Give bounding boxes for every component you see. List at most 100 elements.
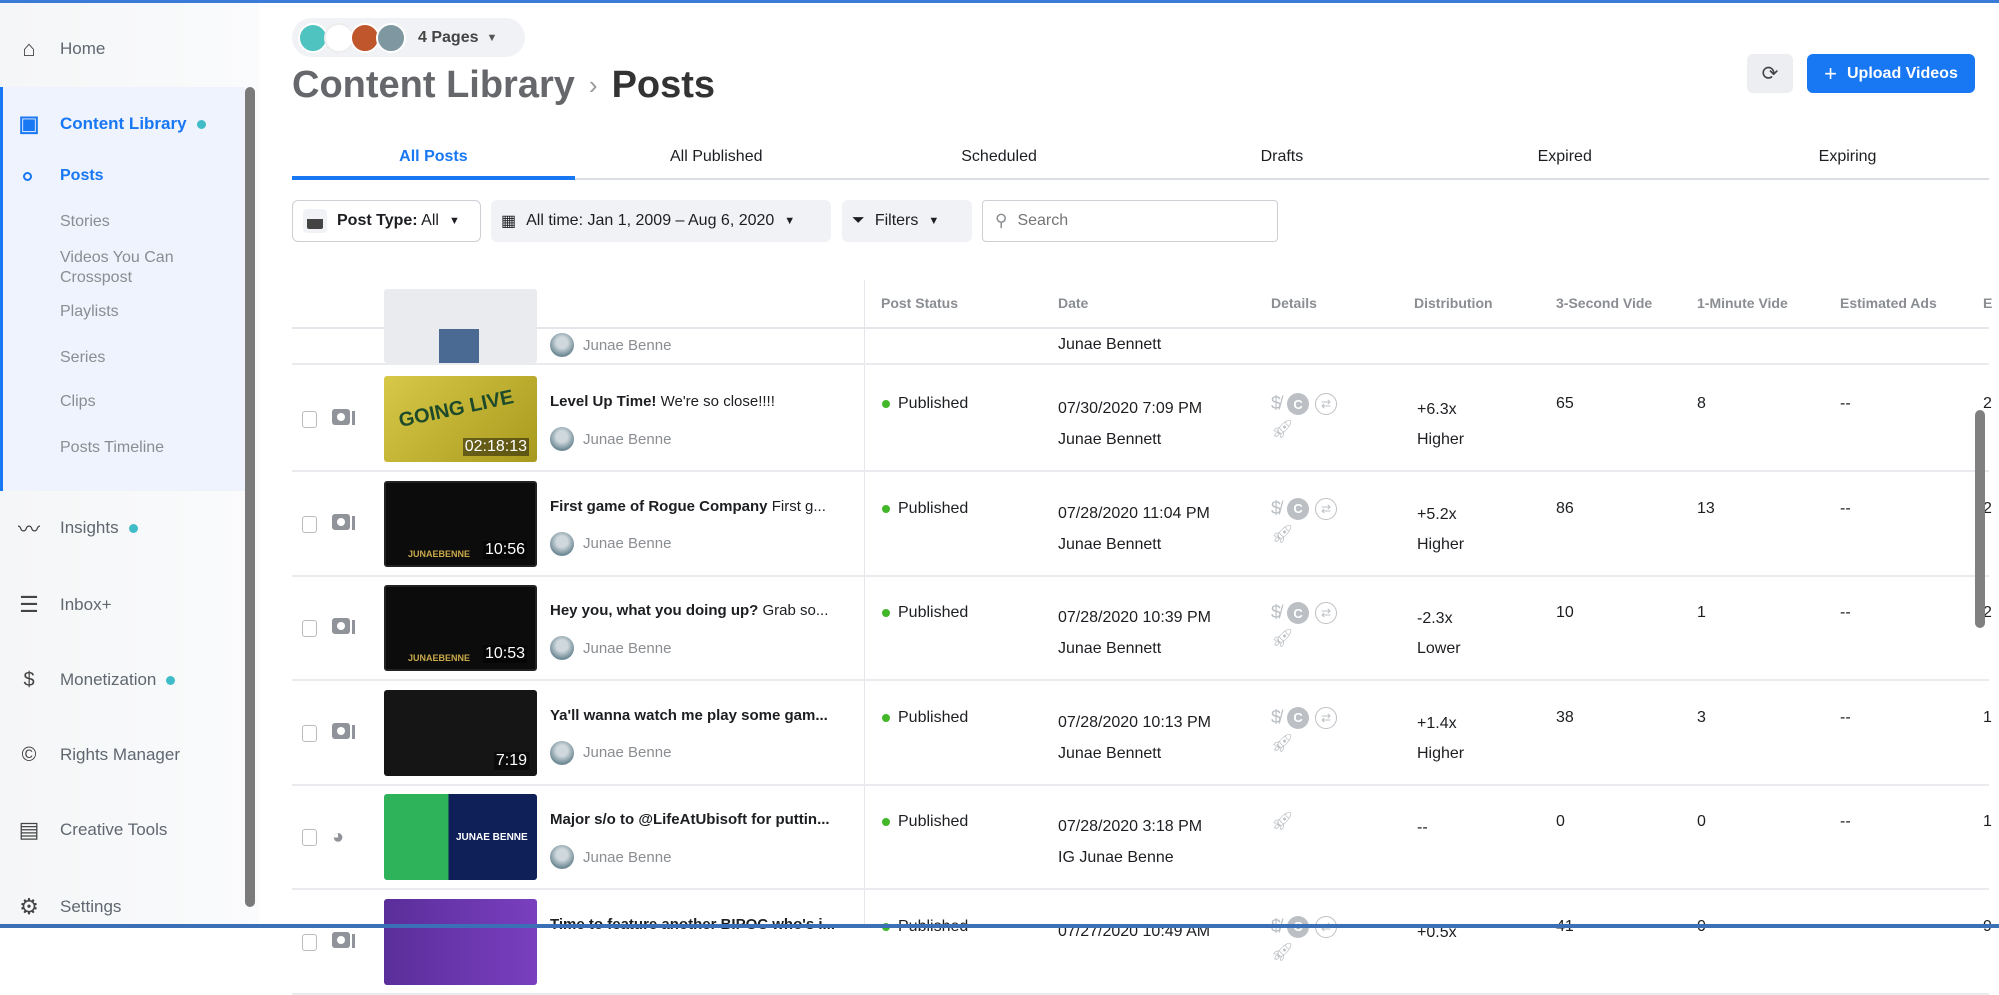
tab-scheduled[interactable]: Scheduled: [858, 140, 1141, 178]
post-poster: Junae Bennett: [1058, 535, 1162, 553]
tab-expiring[interactable]: Expiring: [1706, 140, 1989, 178]
sidebar-item-monetization[interactable]: $ Monetization: [0, 660, 245, 700]
upload-videos-button[interactable]: + Upload Videos: [1807, 54, 1975, 93]
column-header[interactable]: E: [1983, 295, 1999, 311]
table-row[interactable]: 7:19 Ya'll wanna watch me play some gam.…: [292, 681, 1992, 786]
sidebar-subitem[interactable]: Series: [60, 349, 105, 367]
owner-name: Junae Benne: [583, 744, 672, 761]
video-camera-icon: [332, 513, 356, 534]
thumbnail-text: JUNAE BENNE: [456, 832, 528, 843]
post-owner: Junae Benne: [550, 740, 672, 765]
owner-avatar: [550, 636, 574, 660]
status-label: Published: [898, 395, 969, 412]
post-type-dropdown[interactable]: Post Type: All ▼: [292, 200, 481, 242]
tab-drafts[interactable]: Drafts: [1140, 140, 1423, 178]
sidebar-subitem[interactable]: Videos You Can Crosspost: [60, 248, 210, 288]
sidebar-scrollbar[interactable]: [245, 87, 255, 907]
content-library-section: [0, 87, 245, 491]
column-header[interactable]: Estimated Ads: [1840, 295, 1970, 311]
tab-all-published[interactable]: All Published: [575, 140, 858, 178]
estimated-ads: --: [1840, 499, 1851, 517]
last-column-value: 1: [1983, 708, 1992, 726]
column-header[interactable]: Distribution: [1414, 295, 1544, 311]
post-title[interactable]: Major s/o to @LifeAtUbisoft for puttin..…: [550, 811, 840, 828]
table-row[interactable]: ◕ JUNAE BENNE Major s/o to @LifeAtUbisof…: [292, 785, 1992, 890]
table-scrollbar[interactable]: [1975, 410, 1985, 628]
sidebar-subitem[interactable]: Stories: [60, 213, 110, 231]
tab-all-posts[interactable]: All Posts: [292, 140, 575, 180]
sidebar-subitem[interactable]: Posts Timeline: [60, 439, 164, 457]
row-checkbox[interactable]: [302, 724, 317, 742]
post-type-label: Post Type:: [337, 212, 418, 229]
column-header[interactable]: Post Status: [881, 295, 1031, 311]
status-label: Published: [898, 604, 969, 621]
post-thumbnail[interactable]: JUNAEBENNE 10:53: [384, 585, 537, 671]
tab-expired[interactable]: Expired: [1423, 140, 1706, 178]
sidebar-item-settings[interactable]: ⚙ Settings: [0, 887, 245, 927]
date-range-dropdown[interactable]: ▦ All time: Jan 1, 2009 – Aug 6, 2020 ▼: [491, 200, 831, 242]
sidebar-subitem[interactable]: Playlists: [60, 303, 119, 321]
one-minute-views: 1: [1697, 604, 1706, 621]
post-title[interactable]: Ya'll wanna watch me play some gam...: [550, 707, 840, 724]
chevron-right-icon: ›: [588, 70, 598, 100]
owner-name: Junae Benne: [583, 430, 672, 448]
date-cell: 07/28/2020 11:04 PM Junae Bennett: [1058, 498, 1210, 560]
sidebar-item-home[interactable]: ⌂ Home: [0, 29, 245, 69]
row-checkbox[interactable]: [302, 515, 317, 533]
home-icon: ⌂: [22, 36, 36, 61]
one-minute-views: 3: [1697, 708, 1706, 726]
sidebar-item-creative-tools[interactable]: ▤ Creative Tools: [0, 810, 245, 850]
video-duration: 7:19: [493, 751, 529, 770]
table-row[interactable]: Time to feature another BIPOC who's i...…: [292, 890, 1992, 995]
page-avatar: [376, 22, 406, 53]
sidebar-item-inbox[interactable]: ☰ Inbox+: [0, 585, 245, 625]
filters-dropdown[interactable]: ⏷ Filters ▼: [842, 200, 972, 242]
refresh-button[interactable]: ⟳: [1747, 54, 1793, 93]
row-checkbox[interactable]: [302, 933, 317, 951]
post-poster: Junae Bennett: [1058, 431, 1162, 448]
post-thumbnail[interactable]: [384, 898, 537, 985]
sidebar-subitem[interactable]: Clips: [60, 393, 96, 411]
sidebar-item-rights-manager[interactable]: © Rights Manager: [0, 735, 245, 775]
sidebar-item-label: Content Library: [60, 114, 187, 133]
post-title[interactable]: First game of Rogue Company First g...: [550, 498, 840, 515]
date-cell: 07/28/2020 10:13 PM Junae Bennett: [1058, 707, 1211, 769]
calendar-icon: ▦: [501, 213, 517, 230]
table-row-partial[interactable]: Junae Benne Junae Bennett: [292, 289, 1989, 365]
distribution-cell: +5.2x Higher: [1417, 500, 1464, 560]
post-thumbnail[interactable]: 7:19: [384, 689, 537, 776]
post-title-bold: Major s/o to @LifeAtUbisoft for puttin..…: [550, 811, 830, 828]
column-header[interactable]: 1-Minute Vide: [1697, 295, 1802, 311]
post-title-bold: First game of Rogue Company: [550, 497, 768, 515]
sidebar-item-insights[interactable]: 〰 Insights: [0, 508, 245, 548]
row-checkbox[interactable]: [302, 829, 317, 846]
search-input[interactable]: [1017, 212, 1258, 230]
sidebar-subitem[interactable]: Posts: [23, 167, 104, 185]
details-icons: $̸C⇄ 🚀︎: [1271, 602, 1341, 649]
breadcrumb-parent[interactable]: Content Library: [292, 64, 575, 107]
owner-avatar: [550, 740, 574, 765]
table-row[interactable]: JUNAEBENNE 10:56 First game of Rogue Comp…: [292, 472, 1992, 577]
page-switcher[interactable]: 4 Pages ▼: [292, 18, 525, 57]
post-title[interactable]: Level Up Time! We're so close!!!!: [550, 393, 840, 410]
column-header[interactable]: Date: [1058, 295, 1238, 311]
content-library-icon: ▣: [18, 111, 40, 136]
post-title-bold: Level Up Time!: [550, 393, 657, 410]
sidebar-item-content-library[interactable]: ▣ Content Library: [0, 104, 245, 144]
column-header[interactable]: Details: [1271, 295, 1391, 311]
distribution-cell: --: [1417, 813, 1428, 843]
post-title-rest: We're so close!!!!: [656, 393, 775, 410]
distribution-label: Lower: [1417, 640, 1461, 657]
table-row[interactable]: GOING LIVE 02:18:13 Level Up Time! We're …: [292, 367, 1992, 472]
row-checkbox[interactable]: [302, 620, 317, 637]
three-second-views: 10: [1556, 604, 1574, 621]
column-header[interactable]: 3-Second Vide: [1556, 295, 1661, 311]
post-thumbnail[interactable]: JUNAEBENNE 10:56: [384, 480, 537, 567]
row-checkbox[interactable]: [302, 411, 317, 428]
post-title[interactable]: Hey you, what you doing up? Grab so...: [550, 602, 840, 619]
distribution-value: +6.3x: [1417, 401, 1457, 418]
table-row[interactable]: JUNAEBENNE 10:53 Hey you, what you doing …: [292, 576, 1992, 681]
post-thumbnail[interactable]: GOING LIVE 02:18:13: [384, 376, 537, 462]
boost-rocket-icon: 🚀︎: [1271, 628, 1294, 648]
post-thumbnail[interactable]: JUNAE BENNE: [384, 794, 537, 880]
